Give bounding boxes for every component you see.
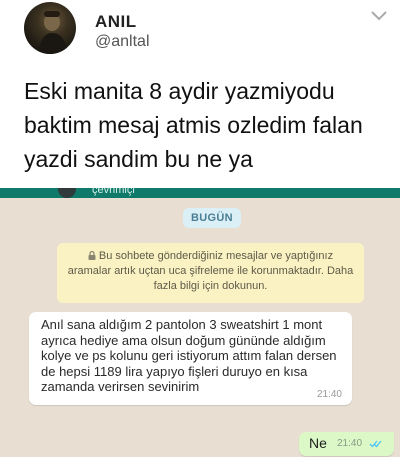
incoming-message-text: Anıl sana aldığım 2 pantolon 3 sweatshir…: [41, 317, 337, 394]
tweet-text-line: baktim mesaj atmis ozledim falan: [24, 112, 363, 138]
avatar[interactable]: [24, 2, 76, 54]
outgoing-message-text: Ne: [309, 435, 327, 451]
avatar-photo: [38, 11, 68, 54]
encryption-notice-text: Bu sohbete gönderdiğiniz mesajlar ve yap…: [67, 250, 354, 292]
incoming-message[interactable]: Anıl sana aldığım 2 pantolon 3 sweatshir…: [29, 312, 352, 405]
chat-screenshot: çevrimiçi BUGÜN Bu sohbete gönderdiğiniz…: [0, 188, 400, 457]
incoming-message-time: 21:40: [316, 388, 342, 400]
tweet-text-line: Eski manita 8 aydir yazmiyodu: [24, 78, 335, 104]
tweet-text-line: yazdi sandim bu ne ya: [24, 146, 253, 172]
contact-avatar: [58, 188, 76, 198]
chat-header: çevrimiçi: [0, 188, 400, 198]
date-label: BUGÜN: [183, 208, 241, 228]
chevron-down-icon[interactable]: [370, 10, 388, 22]
tweet-header: ANIL @anltal: [0, 0, 400, 66]
contact-status: çevrimiçi: [92, 188, 135, 196]
encryption-notice[interactable]: Bu sohbete gönderdiğiniz mesajlar ve yap…: [57, 243, 364, 303]
user-handle[interactable]: @anltal: [95, 33, 150, 51]
outgoing-message[interactable]: Ne 21:40: [299, 432, 394, 456]
display-name[interactable]: ANIL: [95, 12, 137, 32]
outgoing-message-time: 21:40: [337, 438, 363, 449]
tweet-text: Eski manita 8 aydir yazmiyodu baktim mes…: [24, 74, 394, 176]
double-check-icon: [369, 440, 382, 448]
lock-icon: [88, 251, 96, 260]
